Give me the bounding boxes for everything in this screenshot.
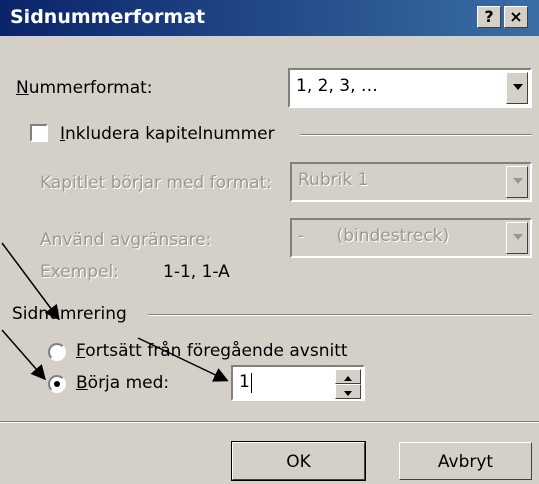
arrow-to-start-radio — [1, 329, 46, 381]
arrow-to-page-numbering — [1, 242, 60, 321]
page-number-format-dialog: Sidnummerformat ? × Nummerformat: 1, 2, … — [0, 0, 539, 484]
annotation-arrows — [1, 242, 229, 382]
arrow-to-start-value — [137, 337, 229, 382]
